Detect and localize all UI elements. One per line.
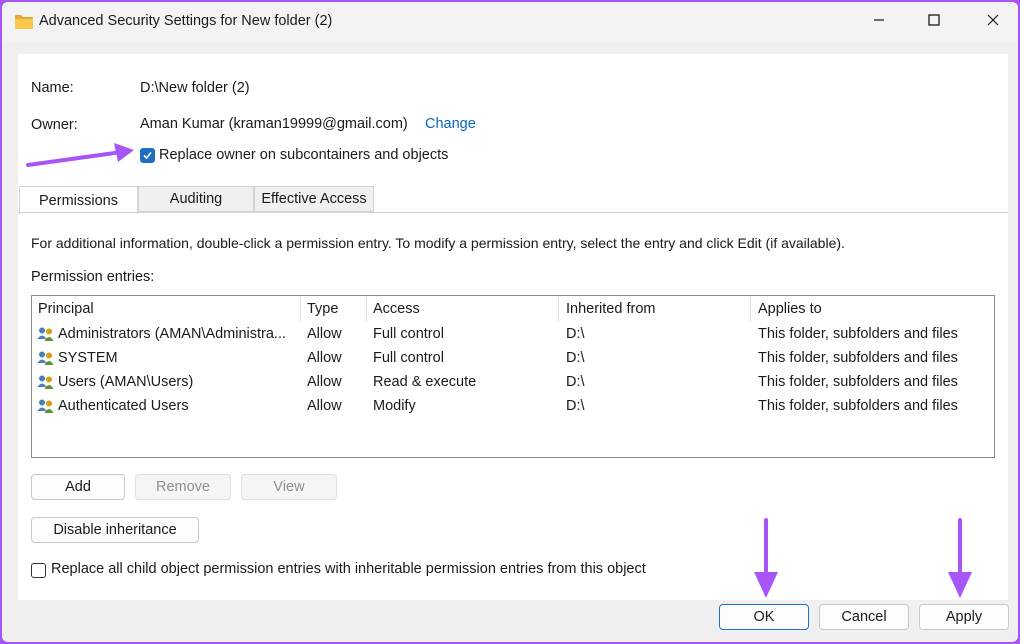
users-icon xyxy=(37,374,55,394)
column-separator xyxy=(750,296,751,321)
users-icon xyxy=(37,398,55,418)
principal-cell: Users (AMAN\Users) xyxy=(58,374,194,390)
title-bar: Advanced Security Settings for New folde… xyxy=(2,2,1018,42)
principal-cell: Administrators (AMAN\Administra... xyxy=(58,326,287,342)
table-row[interactable]: Users (AMAN\Users) Allow Read & execute … xyxy=(32,371,994,395)
name-value: D:\New folder (2) xyxy=(140,80,250,96)
change-owner-link[interactable]: Change xyxy=(425,116,476,132)
applies-to-cell: This folder, subfolders and files xyxy=(758,374,958,390)
column-header-applies-to[interactable]: Applies to xyxy=(758,301,822,317)
column-separator xyxy=(300,296,301,321)
replace-owner-checkbox[interactable] xyxy=(140,148,155,163)
cancel-button[interactable]: Cancel xyxy=(819,604,909,630)
users-icon xyxy=(37,326,55,346)
permissions-info-text: For additional information, double-click… xyxy=(31,235,845,251)
inherited-from-cell: D:\ xyxy=(566,326,585,342)
tab-divider xyxy=(18,212,1008,213)
dialog-content: Name: D:\New folder (2) Owner: Aman Kuma… xyxy=(18,54,1008,600)
type-cell: Allow xyxy=(307,350,342,366)
table-row[interactable]: Administrators (AMAN\Administra... Allow… xyxy=(32,323,994,347)
applies-to-cell: This folder, subfolders and files xyxy=(758,398,958,414)
column-separator xyxy=(366,296,367,321)
replace-owner-label: Replace owner on subcontainers and objec… xyxy=(159,147,449,163)
tab-permissions[interactable]: Permissions xyxy=(19,186,138,214)
permission-entries-label: Permission entries: xyxy=(31,269,155,285)
owner-label: Owner: xyxy=(31,117,78,133)
apply-button[interactable]: Apply xyxy=(919,604,1009,630)
column-header-inherited-from[interactable]: Inherited from xyxy=(566,301,655,317)
permission-entries-list[interactable]: Principal Type Access Inherited from App… xyxy=(31,295,995,458)
tab-auditing[interactable]: Auditing xyxy=(138,186,254,212)
add-button[interactable]: Add xyxy=(31,474,125,500)
column-header-type[interactable]: Type xyxy=(307,301,338,317)
checkmark-icon xyxy=(143,151,152,160)
replace-child-permissions-label: Replace all child object permission entr… xyxy=(51,561,646,577)
disable-inheritance-button[interactable]: Disable inheritance xyxy=(31,517,199,543)
access-cell: Modify xyxy=(373,398,416,414)
maximize-icon xyxy=(928,14,940,30)
remove-button[interactable]: Remove xyxy=(135,474,231,500)
annotation-arrow-icon xyxy=(754,518,778,598)
tab-effective-access[interactable]: Effective Access xyxy=(254,186,374,212)
ok-button[interactable]: OK xyxy=(719,604,809,630)
replace-child-permissions-checkbox[interactable] xyxy=(31,563,46,578)
close-button[interactable] xyxy=(978,10,1008,34)
column-header-principal[interactable]: Principal xyxy=(38,301,94,317)
access-cell: Full control xyxy=(373,326,444,342)
principal-cell: Authenticated Users xyxy=(58,398,189,414)
view-button[interactable]: View xyxy=(241,474,337,500)
inherited-from-cell: D:\ xyxy=(566,398,585,414)
users-icon xyxy=(37,350,55,370)
folder-icon xyxy=(14,14,34,34)
name-label: Name: xyxy=(31,80,74,96)
dialog-window: Advanced Security Settings for New folde… xyxy=(2,2,1018,642)
column-header-access[interactable]: Access xyxy=(373,301,420,317)
applies-to-cell: This folder, subfolders and files xyxy=(758,350,958,366)
applies-to-cell: This folder, subfolders and files xyxy=(758,326,958,342)
type-cell: Allow xyxy=(307,374,342,390)
annotation-arrow-icon xyxy=(948,518,972,598)
minimize-icon xyxy=(873,14,885,30)
minimize-button[interactable] xyxy=(864,10,894,34)
column-separator xyxy=(558,296,559,321)
access-cell: Read & execute xyxy=(373,374,477,390)
annotation-arrow-icon xyxy=(26,143,134,167)
inherited-from-cell: D:\ xyxy=(566,374,585,390)
close-icon xyxy=(987,14,999,30)
window-title: Advanced Security Settings for New folde… xyxy=(39,13,333,29)
principal-cell: SYSTEM xyxy=(58,350,118,366)
owner-value: Aman Kumar (kraman19999@gmail.com) xyxy=(140,116,408,132)
type-cell: Allow xyxy=(307,326,342,342)
maximize-button[interactable] xyxy=(919,10,949,34)
access-cell: Full control xyxy=(373,350,444,366)
table-row[interactable]: Authenticated Users Allow Modify D:\ Thi… xyxy=(32,395,994,419)
inherited-from-cell: D:\ xyxy=(566,350,585,366)
table-row[interactable]: SYSTEM Allow Full control D:\ This folde… xyxy=(32,347,994,371)
type-cell: Allow xyxy=(307,398,342,414)
